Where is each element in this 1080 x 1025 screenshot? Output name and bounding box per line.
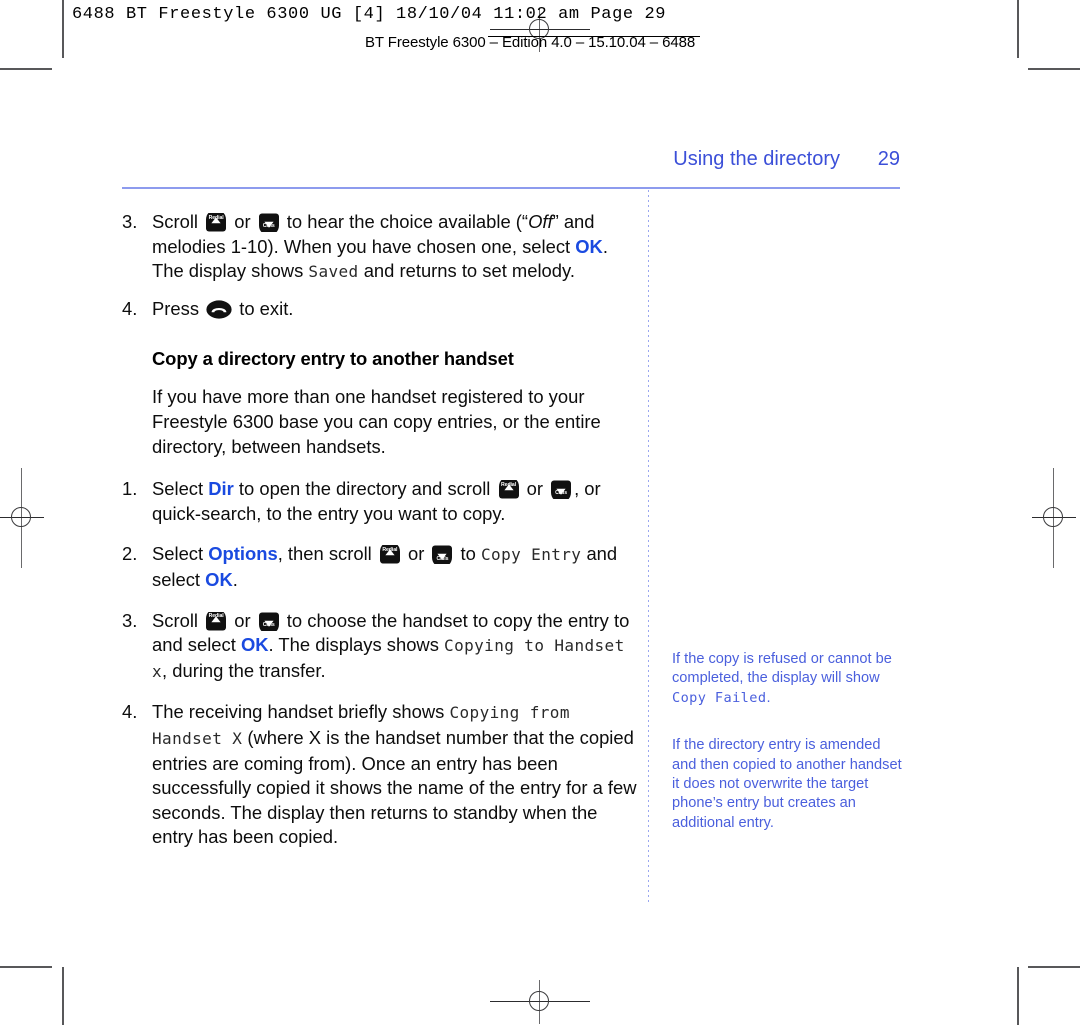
crop-mark-bottom-right-horizontal (1028, 966, 1080, 968)
column-divider (648, 190, 649, 902)
end-call-key-icon (206, 300, 232, 319)
main-content-column: 3. Scroll Redial or Calls to hear the ch… (122, 210, 638, 862)
text: , during the transfer. (162, 659, 326, 681)
softkey-ok: OK (205, 568, 233, 590)
side-note-text: If the copy is refused or cannot be comp… (672, 651, 892, 687)
text: The receiving handset briefly shows (152, 701, 450, 723)
text: Select (152, 478, 209, 500)
softkey-ok: OK (575, 235, 603, 257)
text: Scroll (152, 211, 204, 232)
side-note-column: If the copy is refused or cannot be comp… (672, 650, 904, 833)
list-item-body: Scroll Redial or Calls to choose the han… (152, 609, 638, 685)
crop-mark-top-right-vertical (1017, 0, 1019, 58)
list-item-body: Select Options, then scroll Redial or Ca… (152, 542, 638, 592)
softkey-dir: Dir (208, 478, 234, 500)
crop-mark-top-right-horizontal (1028, 68, 1080, 70)
list-item-body: Select Dir to open the directory and scr… (152, 477, 638, 526)
crop-mark-bottom-left-vertical (62, 967, 64, 1025)
up-scroll-redial-key-icon: Redial (498, 480, 520, 499)
side-note: If the directory entry is amended and th… (672, 736, 904, 833)
list-item-number: 3. (122, 211, 138, 232)
list-item-number: 4. (122, 701, 138, 723)
text: , then scroll (277, 543, 377, 565)
down-scroll-calls-key-icon: Calls (258, 213, 280, 232)
text: Scroll (152, 609, 204, 631)
running-head: Using the directory 29 (122, 148, 900, 171)
up-scroll-redial-key-icon: Redial (379, 545, 401, 564)
slug-line: 6488 BT Freestyle 6300 UG [4] 18/10/04 1… (72, 5, 667, 24)
list-item: 2. Select Options, then scroll Redial or… (122, 542, 638, 592)
intro-paragraph: If you have more than one handset regist… (152, 386, 601, 457)
header-rule (122, 187, 900, 189)
text: or (521, 478, 549, 500)
running-head-section: Using the directory (673, 148, 840, 170)
list-item-number: 3. (122, 609, 138, 631)
text: to open the directory and scroll (233, 478, 496, 500)
side-note-text: If the directory entry is amended and th… (672, 737, 902, 831)
crop-mark-bottom-left-horizontal (0, 966, 52, 968)
crop-mark-bottom-right-vertical (1017, 967, 1019, 1025)
section-subheading: Copy a directory entry to another handse… (152, 348, 514, 370)
registration-mark-left (0, 468, 44, 568)
list-item: 1. Select Dir to open the directory and … (122, 477, 638, 526)
side-note: If the copy is refused or cannot be comp… (672, 650, 904, 708)
registration-mark-bottom (490, 980, 590, 1024)
display-text-copy-failed: Copy Failed (672, 689, 767, 706)
softkey-options: Options (208, 543, 278, 565)
text: and returns to set melody. (358, 260, 575, 282)
down-scroll-calls-key-icon: Calls (258, 612, 280, 631)
side-note-text: . (766, 689, 771, 706)
list-item-body: Scroll Redial or Calls to hear the choic… (152, 210, 638, 285)
list-item-number: 2. (122, 543, 138, 565)
registration-mark-right (1032, 468, 1076, 568)
text: . The displays shows (268, 634, 445, 656)
list-item: 3. Scroll Redial or Calls to choose the … (122, 609, 638, 685)
text: or (229, 211, 256, 232)
text: to (455, 543, 481, 565)
list-item-body: The receiving handset briefly shows Copy… (152, 700, 638, 850)
up-scroll-redial-key-icon: Redial (205, 213, 227, 232)
text: to exit. (234, 297, 294, 319)
list-item: 4. The receiving handset briefly shows C… (122, 700, 638, 850)
up-scroll-redial-key-icon: Redial (205, 611, 227, 631)
list-item-number: 4. (122, 297, 138, 319)
display-text-copy-entry: Copy Entry (481, 545, 582, 565)
list-item: 3. Scroll Redial or Calls to hear the ch… (122, 210, 638, 285)
down-scroll-calls-key-icon: Calls (431, 545, 453, 565)
list-item: 4. Press to exit. (122, 297, 638, 322)
down-scroll-calls-key-icon: Calls (550, 480, 572, 500)
text: or (229, 609, 256, 631)
text: . (232, 568, 238, 590)
softkey-ok: OK (240, 634, 269, 656)
display-text-saved: Saved (308, 262, 359, 282)
crop-mark-top-left-vertical (62, 0, 64, 58)
slug-subline: BT Freestyle 6300 – Edition 4.0 – 15.10.… (365, 34, 696, 51)
emphasis-off: Off (528, 211, 553, 232)
list-item-body: Press to exit. (152, 297, 638, 322)
page-number: 29 (877, 148, 900, 170)
text: or (402, 543, 430, 565)
text: Select (152, 543, 209, 565)
text: to hear the choice available (“ (281, 211, 529, 232)
text: Press (152, 297, 205, 319)
list-item-number: 1. (122, 478, 138, 500)
crop-mark-top-left-horizontal (0, 68, 52, 70)
